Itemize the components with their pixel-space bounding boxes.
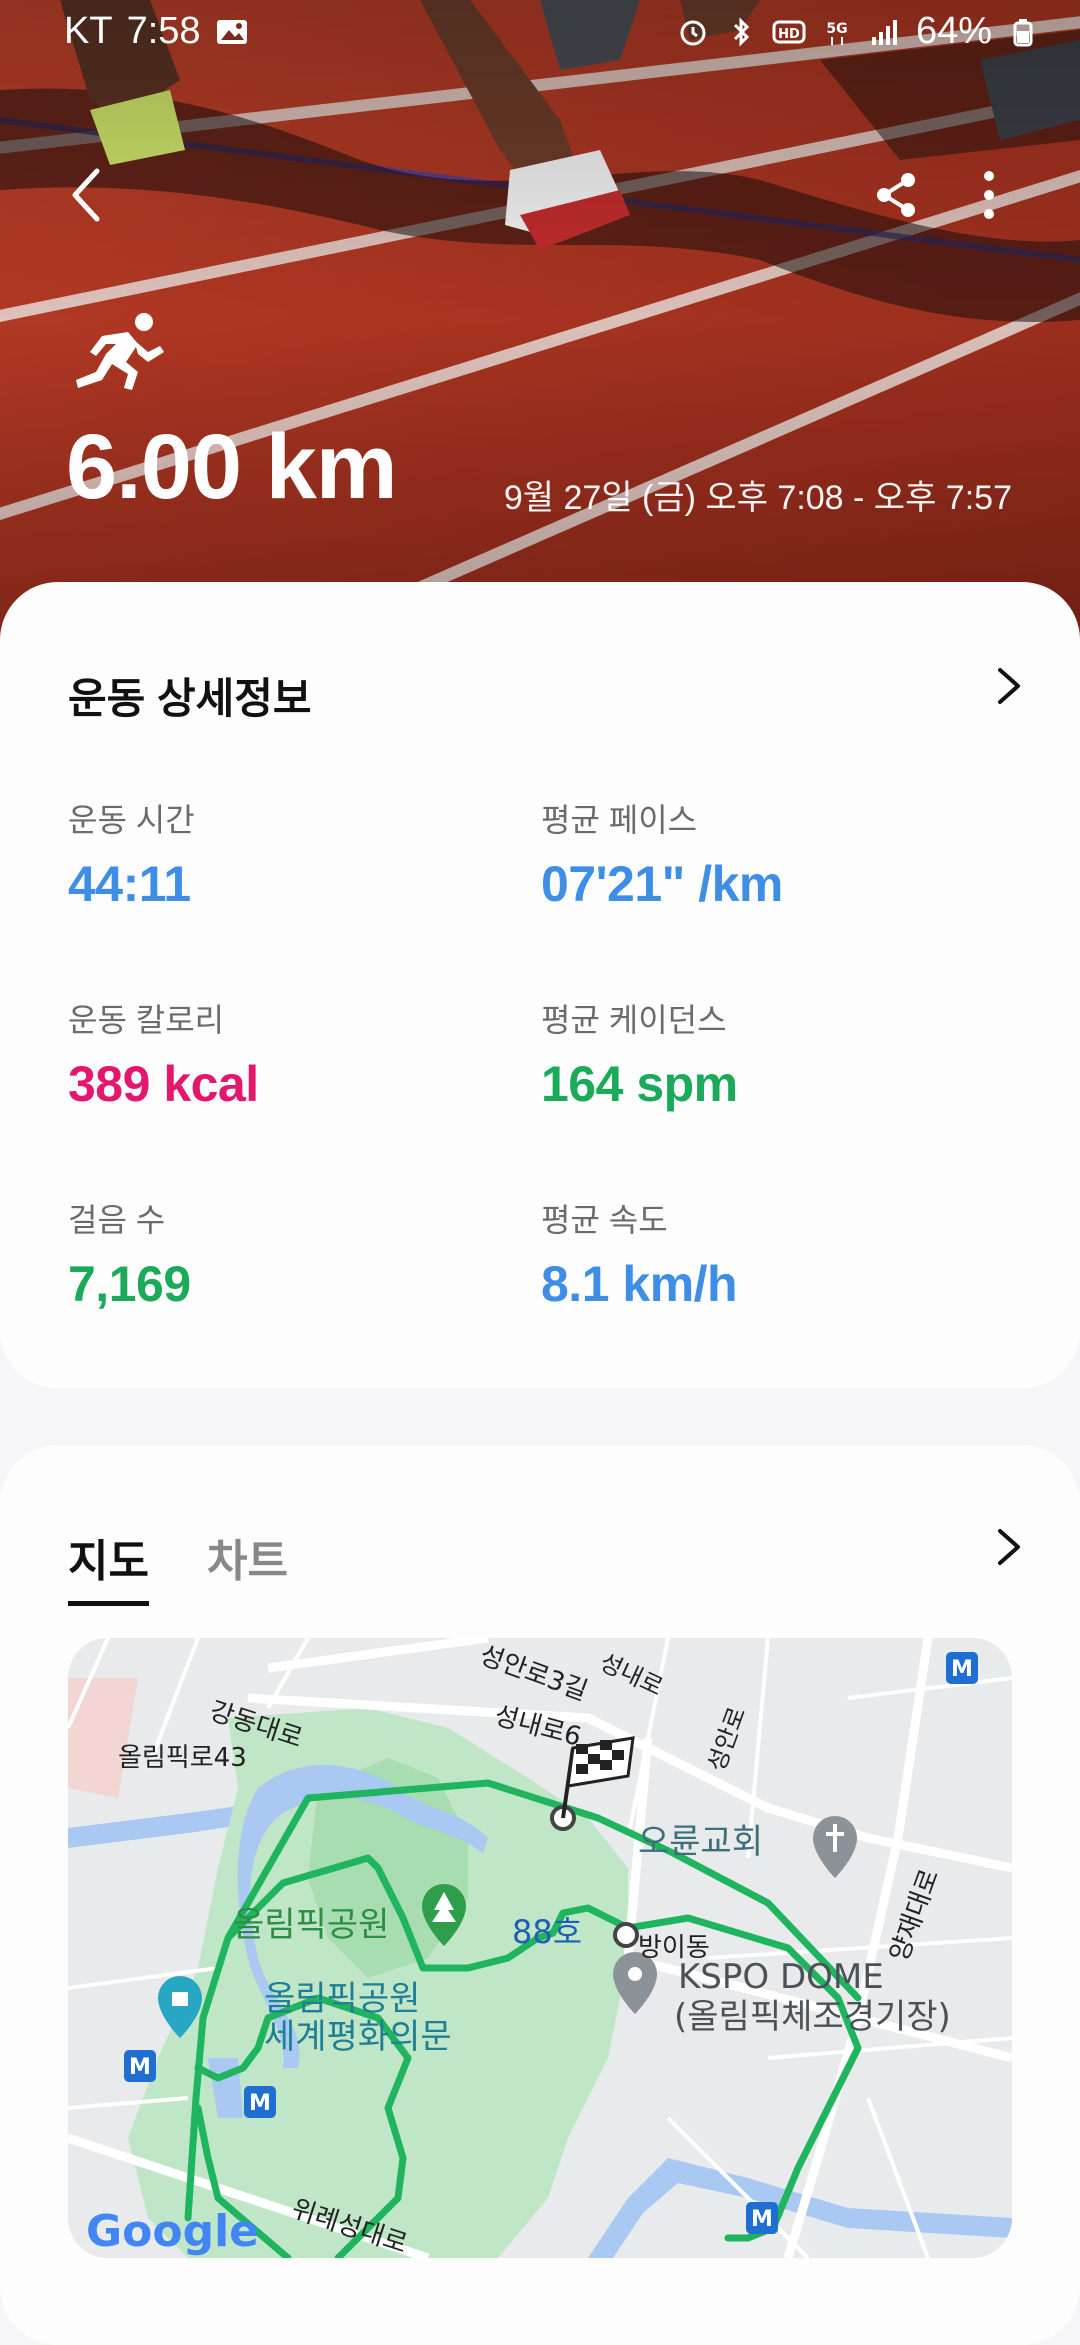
more-vertical-icon <box>984 171 994 219</box>
metro-icon: M <box>746 2202 778 2234</box>
bluetooth-icon <box>733 16 750 47</box>
map-chevron-right-icon[interactable] <box>986 1525 1030 1569</box>
svg-text:5G: 5G <box>826 21 847 37</box>
map-label: KSPO DOME <box>678 1957 884 1997</box>
alarm-icon <box>680 20 706 45</box>
tab-map[interactable]: 지도 <box>68 1525 149 1606</box>
battery-icon <box>1013 18 1033 46</box>
metric-value: 389 kcal <box>68 1056 259 1112</box>
metric-label: 평균 페이스 <box>541 802 698 838</box>
svg-text:M: M <box>249 2091 271 2116</box>
tab-chart[interactable]: 차트 <box>207 1525 288 1606</box>
svg-text:M: M <box>751 2207 773 2232</box>
workout-details-card: 운동 상세정보 운동 시간 44:11 평균 페이스 07'21" /km 운동… <box>0 582 1080 1388</box>
workout-datetime: 9월 27일 (금) 오후 7:08 - 오후 7:57 <box>503 479 1012 517</box>
metric-label: 걸음 수 <box>68 1202 166 1238</box>
back-arrow-icon <box>72 168 100 222</box>
metric-value: 8.1 km/h <box>541 1256 738 1312</box>
battery-percent: 64% <box>915 10 992 52</box>
google-logo: Google <box>86 2206 259 2257</box>
map-card: 지도 차트 M M M M 성안로3길 성내로 성내로6 강동대로 올림픽로43… <box>0 1445 1080 2345</box>
distance-title: 6.00 km <box>66 416 398 518</box>
metric-avg-speed: 평균 속도 8.1 km/h <box>541 1195 738 1313</box>
share-button[interactable] <box>862 160 932 230</box>
metric-value: 44:11 <box>68 856 191 912</box>
map-label: 세계평화의문 <box>264 2017 452 2057</box>
metro-icon: M <box>124 2050 156 2082</box>
map-tabs: 지도 차트 <box>68 1525 288 1606</box>
more-options-button[interactable] <box>954 160 1024 230</box>
route-start-marker <box>613 1922 639 1948</box>
metro-icon: M <box>946 1652 978 1684</box>
metro-icon: M <box>244 2086 276 2118</box>
5g-icon: 5G <box>826 21 848 45</box>
hd-voice-icon: HD <box>772 20 806 43</box>
svg-text:M: M <box>951 1657 973 1682</box>
metric-avg-cadence: 평균 케이던스 164 spm <box>541 995 738 1113</box>
route-map[interactable]: M M M M 성안로3길 성내로 성내로6 강동대로 올림픽로43 성안로 양… <box>68 1638 1012 2258</box>
status-bar: KT 7:58 HD 5G 64% <box>0 0 1080 64</box>
metric-calories: 운동 칼로리 389 kcal <box>68 995 259 1113</box>
running-icon <box>76 313 164 390</box>
share-icon <box>877 173 915 217</box>
carrier-label: KT <box>64 10 113 52</box>
metric-label: 운동 칼로리 <box>68 1002 225 1038</box>
svg-text:HD: HD <box>778 27 800 42</box>
metric-label: 운동 시간 <box>68 802 195 838</box>
metric-value: 164 spm <box>541 1056 738 1112</box>
back-button[interactable] <box>52 160 122 230</box>
metric-value: 7,169 <box>68 1256 191 1312</box>
map-canvas: M M M M 성안로3길 성내로 성내로6 강동대로 올림픽로43 성안로 양… <box>68 1638 1012 2258</box>
map-label: (올림픽체조경기장) <box>674 1997 951 2037</box>
svg-text:M: M <box>129 2055 151 2080</box>
map-label: 올림픽공원 <box>233 1905 389 1945</box>
metric-steps: 걸음 수 7,169 <box>68 1195 191 1313</box>
metric-value: 07'21" /km <box>541 856 783 912</box>
map-label: 올림픽공원 <box>264 1979 420 2019</box>
metric-label: 평균 케이던스 <box>541 1002 727 1038</box>
map-label: 오륜교회 <box>638 1822 763 1862</box>
map-label: 88호 <box>512 1913 582 1951</box>
details-title: 운동 상세정보 <box>68 675 312 722</box>
clock: 7:58 <box>126 10 201 52</box>
hero-banner: KT 7:58 HD 5G 64% 6.00 km 9월 27일 (금) 오후 … <box>0 0 1080 640</box>
metric-label: 평균 속도 <box>541 1202 668 1238</box>
metric-duration: 운동 시간 44:11 <box>68 795 195 913</box>
details-chevron-right-icon[interactable] <box>986 664 1030 708</box>
map-label: 올림픽로43 <box>118 1743 247 1773</box>
gallery-icon <box>216 19 247 44</box>
metric-avg-pace: 평균 페이스 07'21" /km <box>541 795 783 913</box>
signal-icon <box>871 19 897 45</box>
